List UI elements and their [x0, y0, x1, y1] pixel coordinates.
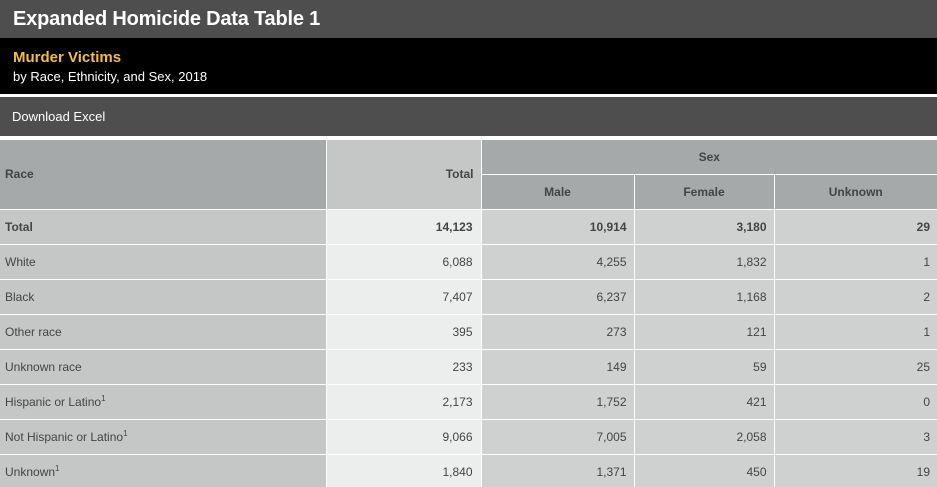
footnote-marker[interactable]: 1 — [55, 464, 59, 473]
race-label: White — [5, 254, 36, 269]
female-cell: 1,832 — [634, 244, 775, 280]
female-cell: 3,180 — [634, 209, 775, 245]
total-cell: 2,173 — [326, 384, 482, 420]
race-label: Hispanic or Latino — [5, 394, 102, 409]
column-group-sex: Sex — [481, 140, 937, 175]
race-cell: Total — [0, 209, 327, 245]
table-row: White 6,088 4,255 1,832 1 — [0, 244, 937, 280]
total-cell: 1,840 — [326, 454, 482, 487]
male-cell: 273 — [481, 314, 635, 350]
race-cell: Unknown race — [0, 349, 327, 385]
male-cell: 1,752 — [481, 384, 635, 420]
footnote-marker[interactable]: 1 — [123, 429, 127, 438]
table-row: Not Hispanic or Latino1 9,066 7,005 2,05… — [0, 419, 937, 455]
female-cell: 121 — [634, 314, 775, 350]
race-label: Black — [5, 289, 35, 304]
unknown-cell: 19 — [774, 454, 937, 487]
unknown-cell: 0 — [774, 384, 937, 420]
female-cell: 59 — [634, 349, 775, 385]
male-cell: 149 — [481, 349, 635, 385]
total-cell: 9,066 — [326, 419, 482, 455]
subtitle-sub: by Race, Ethnicity, and Sex, 2018 — [13, 69, 208, 84]
unknown-cell: 25 — [774, 349, 937, 385]
male-cell: 7,005 — [481, 419, 635, 455]
table-row: Hispanic or Latino1 2,173 1,752 421 0 — [0, 384, 937, 420]
data-table: Race Total Sex Male Female Unknown Total… — [0, 140, 937, 487]
column-header-unknown: Unknown — [774, 174, 937, 210]
page-title: Expanded Homicide Data Table 1 — [0, 0, 937, 38]
table-row: Other race 395 273 121 1 — [0, 314, 937, 350]
female-cell: 421 — [634, 384, 775, 420]
unknown-cell: 1 — [774, 244, 937, 280]
race-cell: White — [0, 244, 327, 280]
column-header-total: Total — [326, 140, 482, 210]
download-excel-link[interactable]: Download Excel — [12, 109, 105, 124]
race-cell: Black — [0, 279, 327, 315]
male-cell: 4,255 — [481, 244, 635, 280]
table-row: Total 14,123 10,914 3,180 29 — [0, 209, 937, 245]
race-label: Unknown — [5, 464, 56, 479]
total-cell: 233 — [326, 349, 482, 385]
female-cell: 2,058 — [634, 419, 775, 455]
female-cell: 1,168 — [634, 279, 775, 315]
race-cell: Other race — [0, 314, 327, 350]
race-cell: Not Hispanic or Latino1 — [0, 419, 327, 455]
male-cell: 10,914 — [481, 209, 635, 245]
column-header-race: Race — [0, 140, 327, 210]
race-label: Other race — [5, 324, 62, 339]
unknown-cell: 29 — [774, 209, 937, 245]
race-label: Unknown race — [5, 359, 82, 374]
table-row: Unknown1 1,840 1,371 450 19 — [0, 454, 937, 487]
unknown-cell: 2 — [774, 279, 937, 315]
race-cell: Unknown1 — [0, 454, 327, 487]
subtitle-main: Murder Victims — [13, 49, 122, 66]
total-cell: 395 — [326, 314, 482, 350]
race-cell: Hispanic or Latino1 — [0, 384, 327, 420]
column-header-male: Male — [481, 174, 635, 210]
subtitle-band: Murder Victims by Race, Ethnicity, and S… — [0, 38, 937, 94]
unknown-cell: 1 — [774, 314, 937, 350]
footnote-marker[interactable]: 1 — [101, 394, 105, 403]
total-cell: 7,407 — [326, 279, 482, 315]
table-row: Unknown race 233 149 59 25 — [0, 349, 937, 385]
total-cell: 14,123 — [326, 209, 482, 245]
column-header-female: Female — [634, 174, 775, 210]
race-label: Not Hispanic or Latino — [5, 429, 124, 444]
female-cell: 450 — [634, 454, 775, 487]
total-cell: 6,088 — [326, 244, 482, 280]
unknown-cell: 3 — [774, 419, 937, 455]
table-row: Black 7,407 6,237 1,168 2 — [0, 279, 937, 315]
toolbar: Download Excel — [0, 97, 937, 136]
male-cell: 6,237 — [481, 279, 635, 315]
male-cell: 1,371 — [481, 454, 635, 487]
race-label: Total — [5, 219, 33, 234]
